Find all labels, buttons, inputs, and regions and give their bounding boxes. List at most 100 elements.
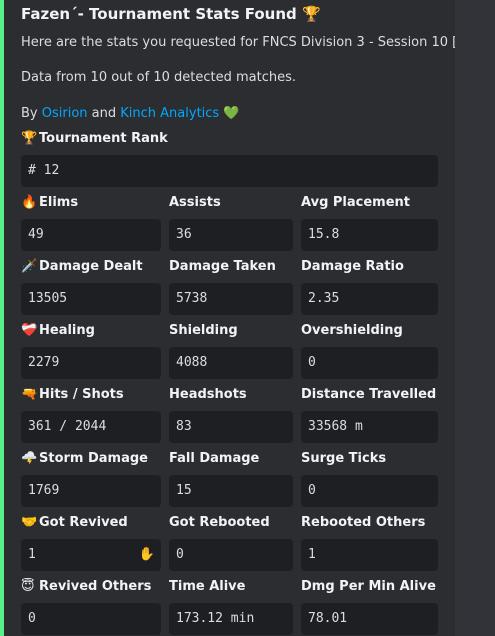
water-pistol-icon: 🔫 <box>21 387 38 402</box>
tournament-rank-label: 🏆 Tournament Rank <box>21 131 168 146</box>
stat-value: 2.35 <box>308 291 340 306</box>
stat-value-box: 0 <box>301 347 438 379</box>
stat-value-box: 83 <box>169 411 293 443</box>
stat-value: 361 / 2044 <box>28 419 107 434</box>
stat-value: 0 <box>28 611 36 626</box>
stat-value-box: 33568 m <box>301 411 438 443</box>
stat-value-box: 0 <box>301 475 438 507</box>
chat-background-edge <box>455 0 495 636</box>
trophy-icon: 🏆 <box>302 5 321 23</box>
stat-label: Shielding <box>169 323 238 338</box>
stat-value: 0 <box>176 547 184 562</box>
stat-value-box: 5738 <box>169 283 293 315</box>
stat-value: 78.01 <box>308 611 348 626</box>
stat-value-box: 78.01 <box>301 603 438 635</box>
stat-label: Dmg Per Min Alive <box>301 579 436 594</box>
dagger-icon: 🗡️ <box>21 259 38 274</box>
stat-label-text: Storm Damage <box>39 451 148 466</box>
stat-label-text: Damage Taken <box>169 259 276 274</box>
stat-label-text: Healing <box>39 323 95 338</box>
stat-label-text: Overshielding <box>301 323 403 338</box>
stat-label-text: Got Revived <box>39 515 128 530</box>
stat-value: 173.12 min <box>176 611 255 626</box>
stat-value: 83 <box>176 419 192 434</box>
stat-label: Damage Taken <box>169 259 276 274</box>
stat-label: Distance Travelled <box>301 387 436 402</box>
stat-value: 0 <box>308 483 316 498</box>
stat-value-box: 2.35 <box>301 283 438 315</box>
angel-face-icon: 😇 <box>21 579 35 594</box>
stat-value: 2279 <box>28 355 60 370</box>
stat-label-text: Hits / Shots <box>39 387 124 402</box>
stat-value-box: 36 <box>169 219 293 251</box>
stat-value-box: 0 <box>169 539 293 571</box>
stat-label: 🔫 Hits / Shots <box>21 387 124 402</box>
stat-label: Avg Placement <box>301 195 410 210</box>
stat-label-text: Surge Ticks <box>301 451 387 466</box>
stat-value-box: 1769 <box>21 475 161 507</box>
credits-joiner: and <box>87 106 121 121</box>
embed-description: Here are the stats you requested for FNC… <box>21 35 455 50</box>
stat-label-text: Distance Travelled <box>301 387 437 402</box>
stat-value-box: 13505 <box>21 283 161 315</box>
stat-value-box: 1 ✋ <box>21 539 161 571</box>
stat-value: 1 <box>308 547 316 562</box>
stat-value: 15 <box>176 483 192 498</box>
hand-cursor-icon: ✋ <box>138 547 155 562</box>
mending-heart-icon: ❤️‍🩹 <box>21 323 38 338</box>
tournament-rank-value: # 12 <box>21 155 438 187</box>
embed-title-text: Fazen´- Tournament Stats Found <box>21 5 297 23</box>
embed-title: Fazen´- Tournament Stats Found 🏆 <box>21 5 321 23</box>
stat-label-text: Headshots <box>169 387 247 402</box>
stat-value-box: 2279 <box>21 347 161 379</box>
stat-label: Headshots <box>169 387 247 402</box>
stat-value-box: 15 <box>169 475 293 507</box>
stat-value-box: 0 <box>21 603 161 635</box>
stat-value: 1769 <box>28 483 60 498</box>
stat-label-text: Time Alive <box>169 579 246 594</box>
stat-label: 🤝 Got Revived <box>21 515 128 530</box>
storm-cloud-icon: 🌩️ <box>21 451 38 466</box>
stat-label-text: Fall Damage <box>169 451 260 466</box>
stat-value: 5738 <box>176 291 208 306</box>
stat-label: 😇 Revived Others <box>21 579 151 594</box>
handshake-icon: 🤝 <box>21 515 38 530</box>
stat-label: Surge Ticks <box>301 451 386 466</box>
stat-label-text: Assists <box>169 195 221 210</box>
stat-value: 1 <box>28 547 36 562</box>
stat-value: 36 <box>176 227 192 242</box>
credits-prefix: By <box>21 106 42 121</box>
stats-embed: Fazen´- Tournament Stats Found 🏆 Here ar… <box>0 0 455 636</box>
stat-label: Time Alive <box>169 579 245 594</box>
stat-label-text: Revived Others <box>39 579 152 594</box>
stat-label: Overshielding <box>301 323 403 338</box>
stat-label-text: Damage Dealt <box>39 259 143 274</box>
stat-label: 🌩️ Storm Damage <box>21 451 148 466</box>
green-heart-icon: 💚 <box>223 106 240 121</box>
stat-label-text: Damage Ratio <box>301 259 404 274</box>
stat-value-box: 361 / 2044 <box>21 411 161 443</box>
stat-value-box: 1 <box>301 539 438 571</box>
osirion-link[interactable]: Osirion <box>42 106 88 121</box>
stat-label-text: Elims <box>39 195 79 210</box>
data-source-line: Data from 10 out of 10 detected matches. <box>21 70 296 85</box>
stat-label: Assists <box>169 195 221 210</box>
stat-label-text: Rebooted Others <box>301 515 426 530</box>
stat-value: 4088 <box>176 355 208 370</box>
stat-value: 13505 <box>28 291 68 306</box>
stat-label: Damage Ratio <box>301 259 404 274</box>
stat-value: 15.8 <box>308 227 340 242</box>
fire-icon: 🔥 <box>21 195 38 210</box>
stat-label-text: Got Rebooted <box>169 515 270 530</box>
stat-label-text: Shielding <box>169 323 238 338</box>
tournament-rank-label-text: Tournament Rank <box>39 131 168 146</box>
stat-value-box: 173.12 min <box>169 603 293 635</box>
kinch-analytics-link[interactable]: Kinch Analytics <box>120 106 219 121</box>
stat-label: 🔥 Elims <box>21 195 78 210</box>
stat-label: Fall Damage <box>169 451 259 466</box>
embed-accent-bar <box>0 0 4 636</box>
stat-value: 33568 m <box>308 419 363 434</box>
trophy-icon: 🏆 <box>21 131 38 146</box>
stat-label-text: Dmg Per Min Alive <box>301 579 436 594</box>
stat-value: 0 <box>308 355 316 370</box>
